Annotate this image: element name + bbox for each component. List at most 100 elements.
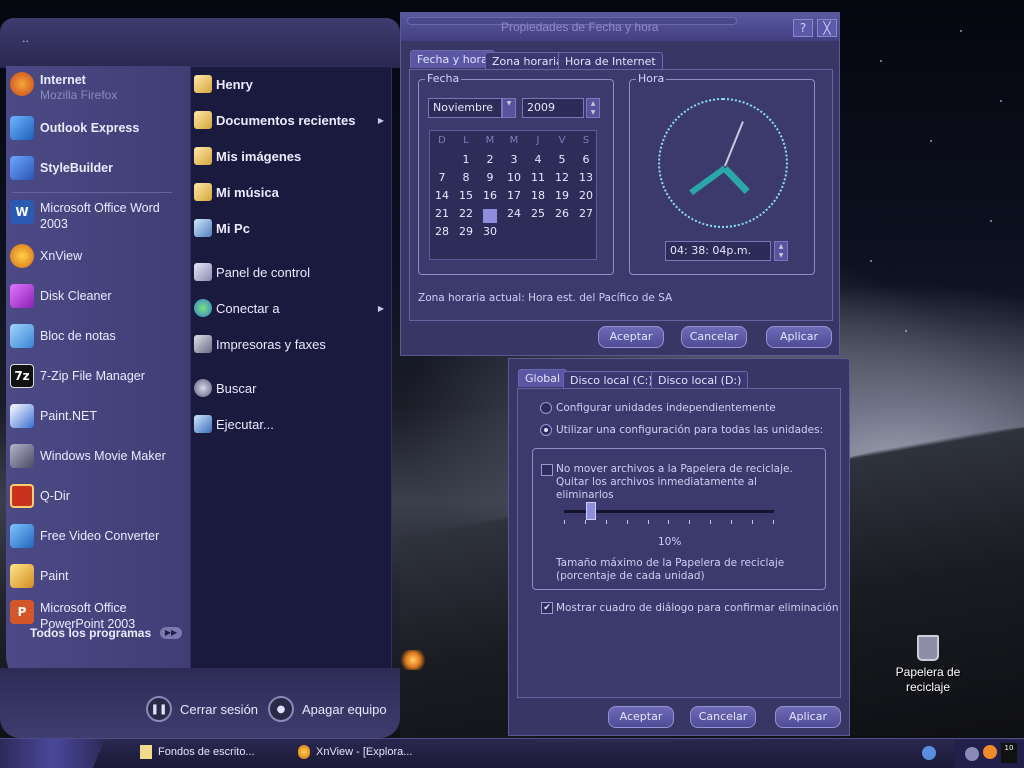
calendar-day[interactable]: 30: [478, 225, 502, 243]
start-item-internet[interactable]: Internet Mozilla Firefox: [10, 72, 186, 102]
place-connect-to[interactable]: Conectar a ▶: [194, 299, 388, 317]
calendar-day[interactable]: 22: [454, 207, 478, 225]
help-button[interactable]: ?: [793, 19, 813, 37]
month-select[interactable]: Noviembre: [428, 98, 502, 118]
calendar-day[interactable]: 18: [526, 189, 550, 207]
start-menu-separator: [12, 192, 172, 193]
place-run[interactable]: Ejecutar...: [194, 415, 388, 433]
calendar-day[interactable]: 29: [454, 225, 478, 243]
close-button[interactable]: ╳: [817, 19, 837, 37]
logoff-button[interactable]: ❚❚ Cerrar sesión: [146, 696, 258, 722]
calendar-day[interactable]: 7: [430, 171, 454, 189]
calendar-day[interactable]: 20: [574, 189, 598, 207]
calendar-day[interactable]: 26: [550, 207, 574, 225]
radio-all-drives[interactable]: [540, 424, 552, 436]
clock-minute-hand: [689, 165, 727, 196]
recycle-cancel-button[interactable]: Cancelar: [690, 706, 756, 728]
start-item-video-converter[interactable]: Free Video Converter: [10, 524, 186, 548]
radio-independent[interactable]: [540, 402, 552, 414]
calendar-day[interactable]: 27: [574, 207, 598, 225]
datetime-apply-button[interactable]: Aplicar: [766, 326, 832, 348]
calendar-day[interactable]: 23: [483, 209, 497, 223]
time-spinner[interactable]: ▲ ▼: [774, 241, 788, 261]
time-field[interactable]: 04: 38: 04p.m.: [665, 241, 771, 261]
calendar-weekday: S: [582, 135, 590, 146]
tray-clock[interactable]: 10: [1001, 743, 1017, 763]
place-henry[interactable]: Henry: [194, 75, 388, 93]
start-item-paintnet[interactable]: Paint.NET: [10, 404, 186, 428]
place-my-computer[interactable]: Mi Pc: [194, 219, 388, 237]
calendar-day[interactable]: 4: [526, 153, 550, 171]
calendar-day[interactable]: 16: [478, 189, 502, 207]
taskbar-item-xnview[interactable]: XnView - [Explora...: [298, 745, 412, 759]
calendar-day[interactable]: 5: [550, 153, 574, 171]
confirm-delete-checkbox[interactable]: ✔: [541, 602, 553, 614]
start-item-internet-sub: Mozilla Firefox: [40, 88, 118, 102]
place-my-music[interactable]: Mi música: [194, 183, 388, 201]
calendar-day[interactable]: 17: [502, 189, 526, 207]
start-item-stylebuilder[interactable]: StyleBuilder: [10, 156, 186, 180]
start-item-paint[interactable]: Paint: [10, 564, 186, 588]
calendar-day[interactable]: 12: [550, 171, 574, 189]
start-item-movie-maker-label: Windows Movie Maker: [40, 449, 166, 463]
recycle-bin-desktop-icon[interactable]: Papelera de reciclaje: [888, 635, 968, 695]
calendar-day[interactable]: 13: [574, 171, 598, 189]
calendar-day[interactable]: 28: [430, 225, 454, 243]
place-my-pictures[interactable]: Mis imágenes: [194, 147, 388, 165]
recycle-ok-button[interactable]: Aceptar: [608, 706, 674, 728]
start-item-disk-cleaner[interactable]: Disk Cleaner: [10, 284, 186, 308]
datetime-cancel-button[interactable]: Cancelar: [681, 326, 747, 348]
calendar-day[interactable]: 24: [502, 207, 526, 225]
no-move-checkbox[interactable]: [541, 464, 553, 476]
start-item-word[interactable]: W Microsoft Office Word 2003: [10, 200, 186, 232]
tab-disk-c[interactable]: Disco local (C:): [563, 371, 660, 389]
media-icon[interactable]: [922, 746, 936, 760]
place-printers[interactable]: Impresoras y faxes: [194, 335, 388, 353]
calendar-weekday: V: [558, 135, 566, 146]
start-item-7zip[interactable]: 7z 7-Zip File Manager: [10, 364, 186, 388]
taskbar-item-folder[interactable]: Fondos de escrito...: [140, 745, 255, 759]
place-search[interactable]: Buscar: [194, 379, 388, 397]
shutdown-button[interactable]: ● Apagar equipo: [268, 696, 387, 722]
calendar-day[interactable]: 15: [454, 189, 478, 207]
start-item-outlook[interactable]: Outlook Express: [10, 116, 186, 140]
tab-date-time[interactable]: Fecha y hora: [410, 50, 495, 68]
calendar-day[interactable]: 6: [574, 153, 598, 171]
all-programs-arrow-icon[interactable]: ▶▶: [160, 627, 182, 639]
start-item-movie-maker[interactable]: Windows Movie Maker: [10, 444, 186, 468]
percent-label: 10%: [658, 536, 682, 548]
firefox-tray-icon[interactable]: [983, 745, 997, 759]
tab-internet-time[interactable]: Hora de Internet: [558, 52, 663, 70]
calendar-day[interactable]: 10: [502, 171, 526, 189]
calendar-day[interactable]: 1: [454, 153, 478, 171]
start-item-xnview[interactable]: XnView: [10, 244, 186, 268]
tab-global[interactable]: Global: [518, 369, 568, 387]
start-item-notepad[interactable]: Bloc de notas: [10, 324, 186, 348]
place-control-panel[interactable]: Panel de control: [194, 263, 388, 281]
year-spinner[interactable]: ▲ ▼: [586, 98, 600, 118]
year-field[interactable]: 2009: [522, 98, 584, 118]
network-icon[interactable]: [965, 747, 979, 761]
start-button[interactable]: [0, 739, 105, 768]
recycle-apply-button[interactable]: Aplicar: [775, 706, 841, 728]
calendar-day[interactable]: 2: [478, 153, 502, 171]
calendar-day[interactable]: 14: [430, 189, 454, 207]
calendar-day[interactable]: 11: [526, 171, 550, 189]
calendar-day[interactable]: 25: [526, 207, 550, 225]
tab-disk-d[interactable]: Disco local (D:): [651, 371, 749, 389]
calendar-day[interactable]: 19: [550, 189, 574, 207]
month-dropdown-arrow[interactable]: ▼: [502, 98, 516, 118]
start-item-qdir[interactable]: Q-Dir: [10, 484, 186, 508]
calendar-day[interactable]: 3: [502, 153, 526, 171]
calendar-day[interactable]: 21: [430, 207, 454, 225]
confirm-delete-label: Mostrar cuadro de diálogo para confirmar…: [556, 602, 839, 614]
7zip-icon: 7z: [10, 364, 34, 388]
all-programs-button[interactable]: Todos los programas: [30, 626, 151, 640]
max-size-slider-thumb[interactable]: [586, 502, 596, 520]
dialog-title-bar[interactable]: Propiedades de Fecha y hora ? ╳: [401, 13, 839, 41]
calendar-day[interactable]: 9: [478, 171, 502, 189]
datetime-ok-button[interactable]: Aceptar: [598, 326, 664, 348]
notepad-icon: [10, 324, 34, 348]
calendar-day[interactable]: 8: [454, 171, 478, 189]
place-recent-documents[interactable]: Documentos recientes ▶: [194, 111, 388, 129]
